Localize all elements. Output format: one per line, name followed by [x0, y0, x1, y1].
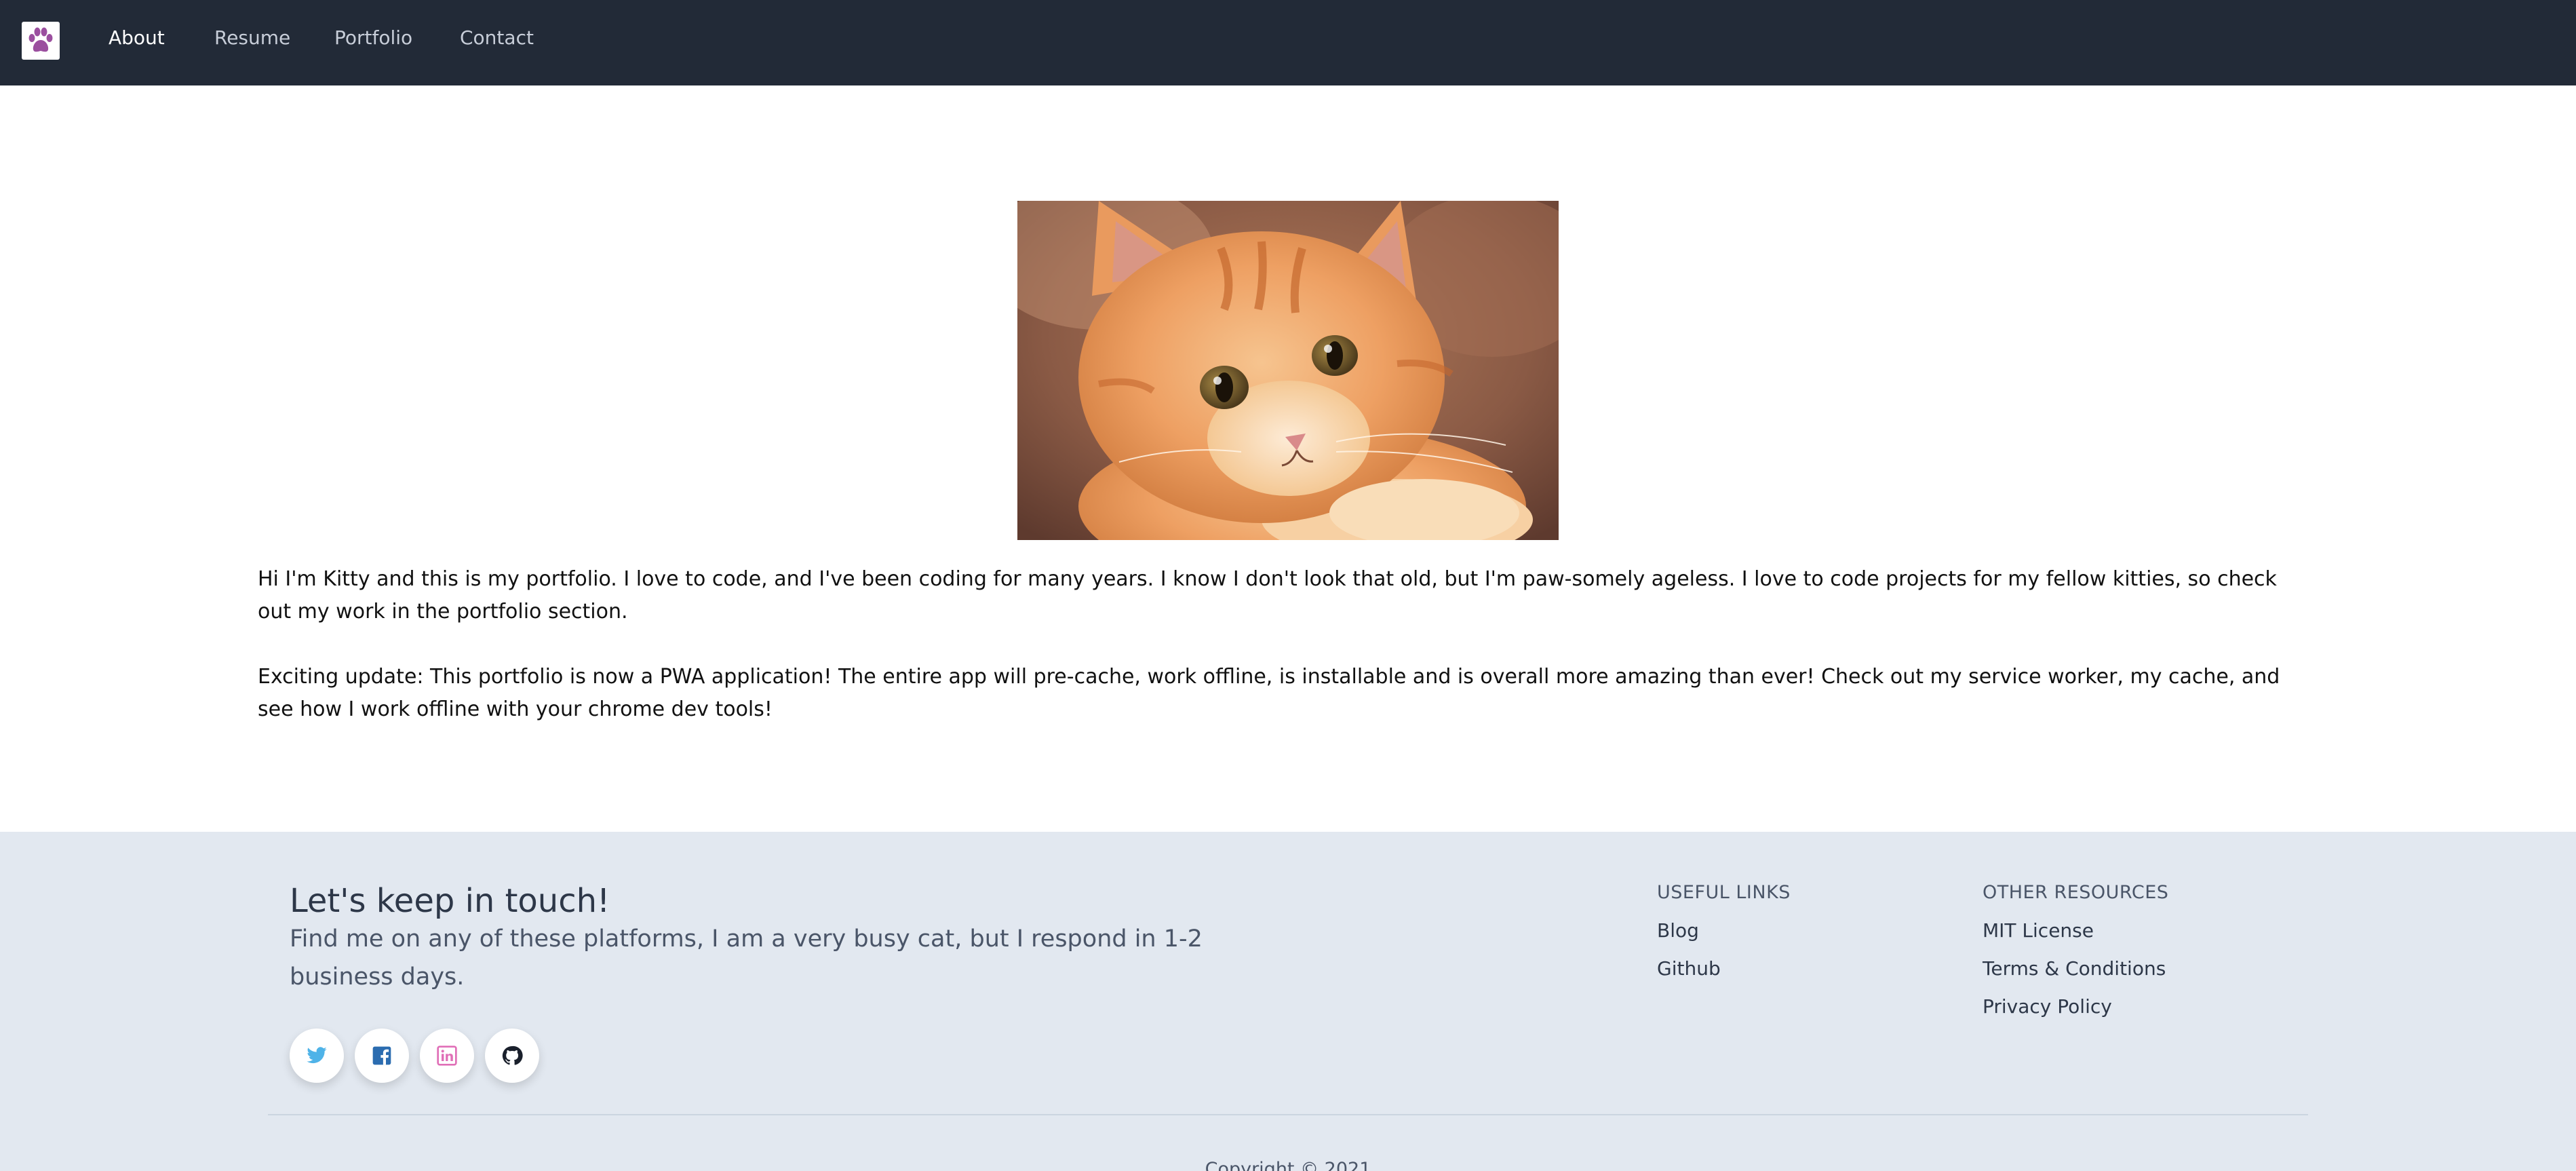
link-mit-license[interactable]: MIT License	[1983, 917, 2094, 944]
github-button[interactable]	[485, 1029, 539, 1083]
twitter-icon	[307, 1047, 327, 1064]
top-navbar: About Resume Portfolio Contact	[0, 0, 2576, 85]
copyright: Copyright © 2021	[1205, 1159, 1371, 1171]
github-icon	[502, 1045, 523, 1065]
linkedin-button[interactable]	[420, 1029, 474, 1083]
link-github[interactable]: Github	[1657, 955, 1721, 982]
footer-divider	[268, 1114, 2308, 1115]
link-privacy[interactable]: Privacy Policy	[1983, 993, 2112, 1020]
linkedin-icon	[437, 1045, 457, 1066]
nav-portfolio[interactable]: Portfolio	[334, 24, 412, 52]
link-blog[interactable]: Blog	[1657, 917, 1699, 944]
paw-icon	[28, 27, 53, 52]
footer-subtitle: Find me on any of these platforms, I am …	[290, 925, 1203, 991]
nav-resume[interactable]: Resume	[214, 24, 290, 52]
update-paragraph: Exciting update: This portfolio is now a…	[258, 665, 2280, 721]
facebook-button[interactable]	[355, 1029, 409, 1083]
useful-links-heading: USEFUL LINKS	[1657, 882, 1791, 903]
facebook-icon	[372, 1046, 391, 1065]
twitter-button[interactable]	[290, 1029, 344, 1083]
other-resources-heading: OTHER RESOURCES	[1983, 882, 2169, 903]
kitten-photo	[1017, 201, 1559, 540]
footer: Let's keep in touch! Find me on any of t…	[0, 832, 2576, 1171]
logo[interactable]	[22, 22, 60, 60]
nav-contact[interactable]: Contact	[460, 24, 534, 52]
footer-title: Let's keep in touch!	[290, 882, 610, 920]
nav-about[interactable]: About	[109, 24, 165, 52]
intro-paragraph: Hi I'm Kitty and this is my portfolio. I…	[258, 567, 2277, 623]
link-terms[interactable]: Terms & Conditions	[1983, 955, 2166, 982]
